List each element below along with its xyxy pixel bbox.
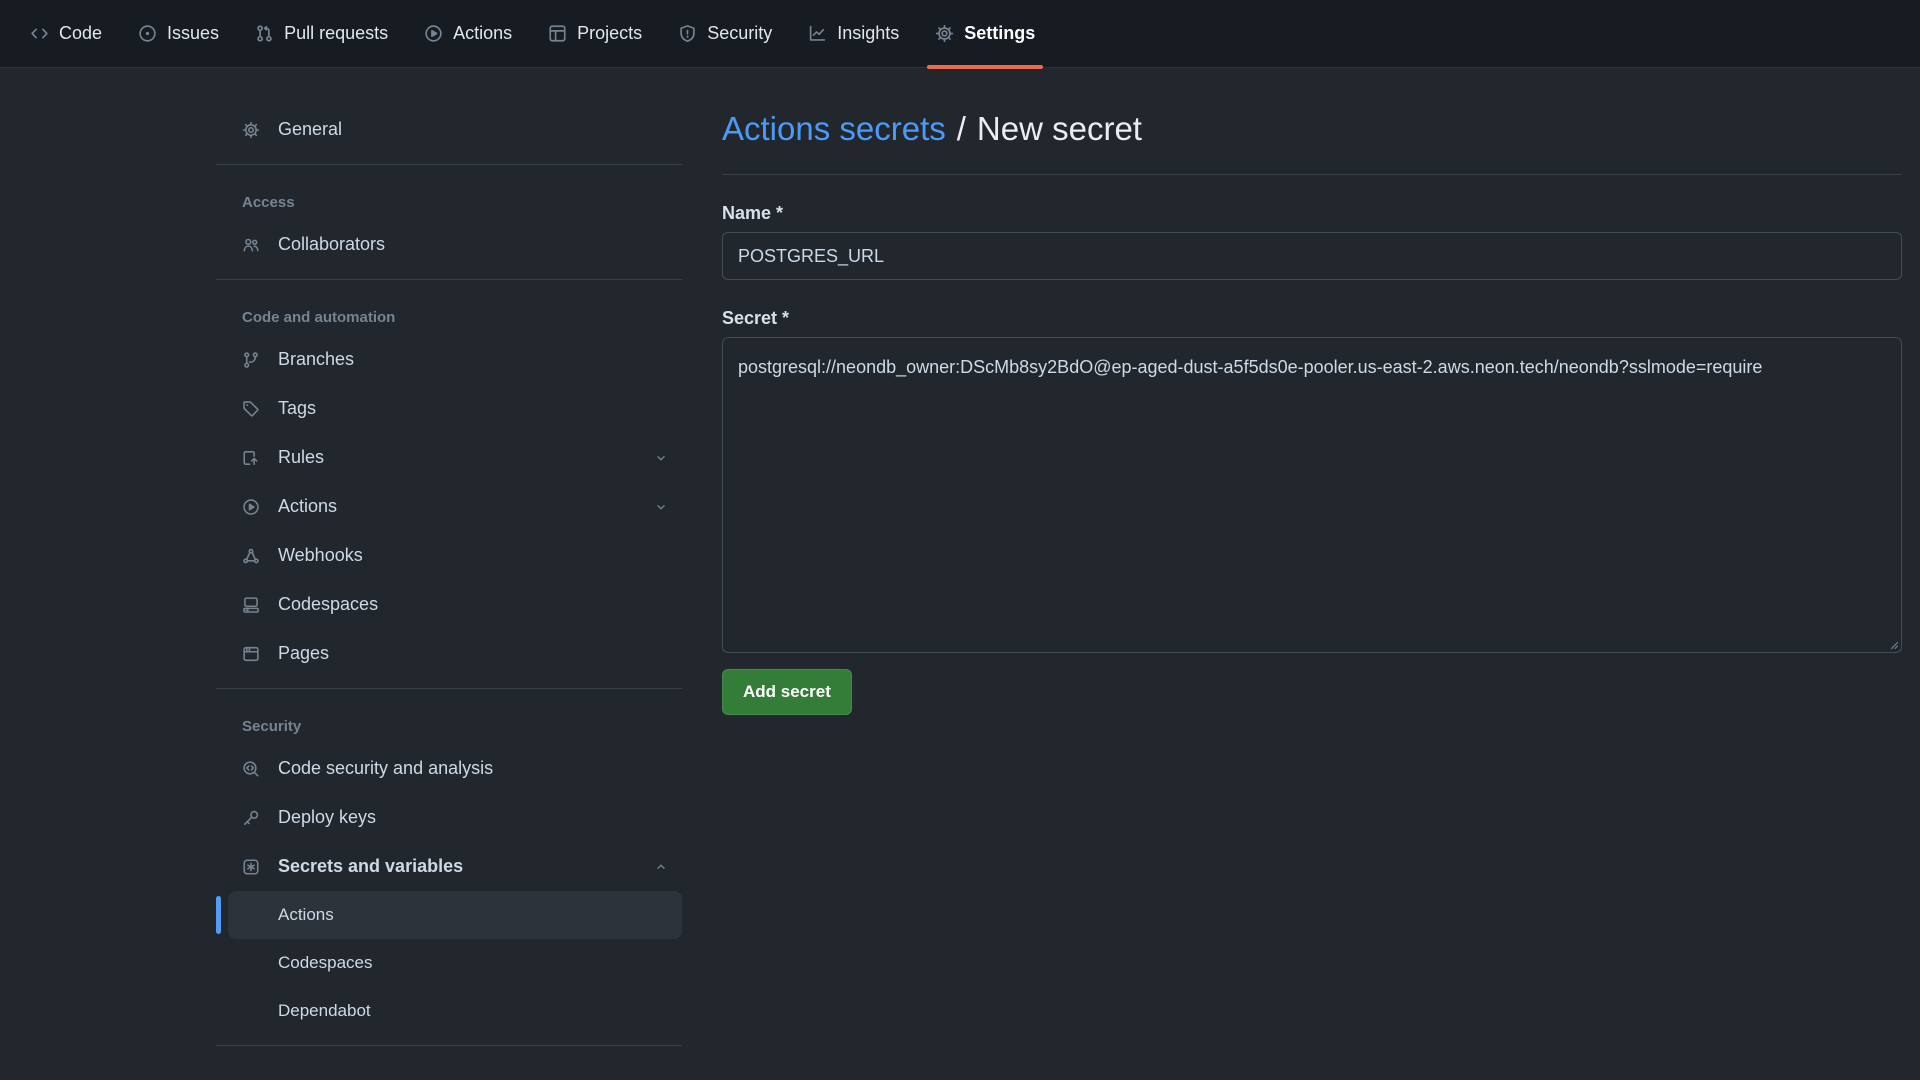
tab-code[interactable]: Code: [16, 0, 116, 68]
tab-actions[interactable]: Actions: [410, 0, 526, 68]
codescan-icon: [240, 760, 262, 778]
sidebar-section-security: Security: [216, 699, 682, 744]
git-branch-icon: [240, 351, 262, 369]
gear-icon: [935, 24, 954, 43]
page-title: Actions secrets / New secret: [722, 110, 1902, 152]
sidebar-section-access: Access: [216, 175, 682, 220]
sidebar-item-label: Collaborators: [278, 234, 385, 255]
sidebar-item-codespaces[interactable]: Codespaces: [216, 580, 682, 629]
tab-label: Issues: [167, 23, 219, 44]
asterisk-box-icon: [240, 858, 262, 876]
chevron-down-icon: [654, 451, 668, 465]
tab-projects[interactable]: Projects: [534, 0, 656, 68]
divider: [216, 688, 682, 689]
secret-value-textarea[interactable]: postgresql://neondb_owner:DScMb8sy2BdO@e…: [722, 337, 1902, 653]
tab-label: Code: [59, 23, 102, 44]
sidebar-subitem-actions-secrets[interactable]: Actions: [228, 891, 682, 939]
tab-issues[interactable]: Issues: [124, 0, 233, 68]
new-secret-form: Actions secrets / New secret Name * Secret…: [722, 110, 1902, 715]
webhook-icon: [240, 547, 262, 565]
play-icon: [240, 498, 262, 516]
tab-label: Pull requests: [284, 23, 388, 44]
repo-rules-icon: [240, 449, 262, 467]
sidebar-item-rules[interactable]: Rules: [216, 433, 682, 482]
play-icon: [424, 24, 443, 43]
sidebar-subitem-label: Codespaces: [278, 953, 373, 973]
tag-icon: [240, 400, 262, 418]
codespaces-icon: [240, 596, 262, 614]
breadcrumb-separator: /: [957, 110, 966, 147]
code-icon: [30, 24, 49, 43]
tab-label: Actions: [453, 23, 512, 44]
sidebar-item-deploy-keys[interactable]: Deploy keys: [216, 793, 682, 842]
sidebar-item-webhooks[interactable]: Webhooks: [216, 531, 682, 580]
people-icon: [240, 236, 262, 254]
sidebar-item-label: Deploy keys: [278, 807, 376, 828]
actions-secrets-breadcrumb-link[interactable]: Actions secrets: [722, 110, 946, 147]
issue-opened-icon: [138, 24, 157, 43]
sidebar-item-secrets-and-variables[interactable]: Secrets and variables: [216, 842, 682, 891]
chevron-up-icon: [654, 860, 668, 874]
name-field-label: Name *: [722, 203, 1902, 224]
repo-navigation-bar: Code Issues Pull requests Actions Projec…: [0, 0, 1920, 68]
sidebar-item-label: Branches: [278, 349, 354, 370]
sidebar-item-general[interactable]: General: [216, 105, 682, 154]
sidebar-item-branches[interactable]: Branches: [216, 335, 682, 384]
tab-insights[interactable]: Insights: [794, 0, 913, 68]
sidebar-item-label: Codespaces: [278, 594, 378, 615]
sidebar-item-label: Tags: [278, 398, 316, 419]
tab-security[interactable]: Security: [664, 0, 786, 68]
tab-label: Security: [707, 23, 772, 44]
tab-label: Settings: [964, 23, 1035, 44]
shield-icon: [678, 24, 697, 43]
divider: [216, 164, 682, 165]
sidebar-item-collaborators[interactable]: Collaborators: [216, 220, 682, 269]
tab-settings[interactable]: Settings: [921, 0, 1049, 68]
sidebar-item-pages[interactable]: Pages: [216, 629, 682, 678]
sidebar-item-code-security[interactable]: Code security and analysis: [216, 744, 682, 793]
divider: [216, 1045, 682, 1046]
resize-grip-icon[interactable]: [1887, 638, 1899, 650]
gear-icon: [240, 121, 262, 139]
sidebar-item-label: Pages: [278, 643, 329, 664]
sidebar-subitem-dependabot-secrets[interactable]: Dependabot: [228, 987, 682, 1035]
sidebar-item-label: Secrets and variables: [278, 856, 463, 877]
sidebar-section-code-and-automation: Code and automation: [216, 290, 682, 335]
add-secret-button[interactable]: Add secret: [722, 669, 852, 715]
table-icon: [548, 24, 567, 43]
key-icon: [240, 809, 262, 827]
sidebar-item-label: Actions: [278, 496, 337, 517]
browser-icon: [240, 645, 262, 663]
sidebar-item-actions[interactable]: Actions: [216, 482, 682, 531]
sidebar-item-label: Webhooks: [278, 545, 363, 566]
sidebar-item-label: Code security and analysis: [278, 758, 493, 779]
sidebar-subitem-label: Dependabot: [278, 1001, 371, 1021]
sidebar-subitem-codespaces-secrets[interactable]: Codespaces: [228, 939, 682, 987]
tab-label: Projects: [577, 23, 642, 44]
breadcrumb-current: New secret: [977, 110, 1142, 147]
settings-sidebar: General Access Collaborators Code and au…: [216, 105, 682, 1056]
sidebar-item-tags[interactable]: Tags: [216, 384, 682, 433]
secret-textarea-wrapper: postgresql://neondb_owner:DScMb8sy2BdO@e…: [722, 337, 1902, 653]
tab-pull-requests[interactable]: Pull requests: [241, 0, 402, 68]
sidebar-item-label: Rules: [278, 447, 324, 468]
secret-field-label: Secret *: [722, 308, 1902, 329]
sidebar-subitem-label: Actions: [278, 905, 334, 925]
secret-name-input[interactable]: [722, 232, 1902, 280]
graph-icon: [808, 24, 827, 43]
sidebar-item-label: General: [278, 119, 342, 140]
divider: [216, 279, 682, 280]
chevron-down-icon: [654, 500, 668, 514]
divider: [722, 174, 1902, 175]
git-pull-request-icon: [255, 24, 274, 43]
tab-label: Insights: [837, 23, 899, 44]
